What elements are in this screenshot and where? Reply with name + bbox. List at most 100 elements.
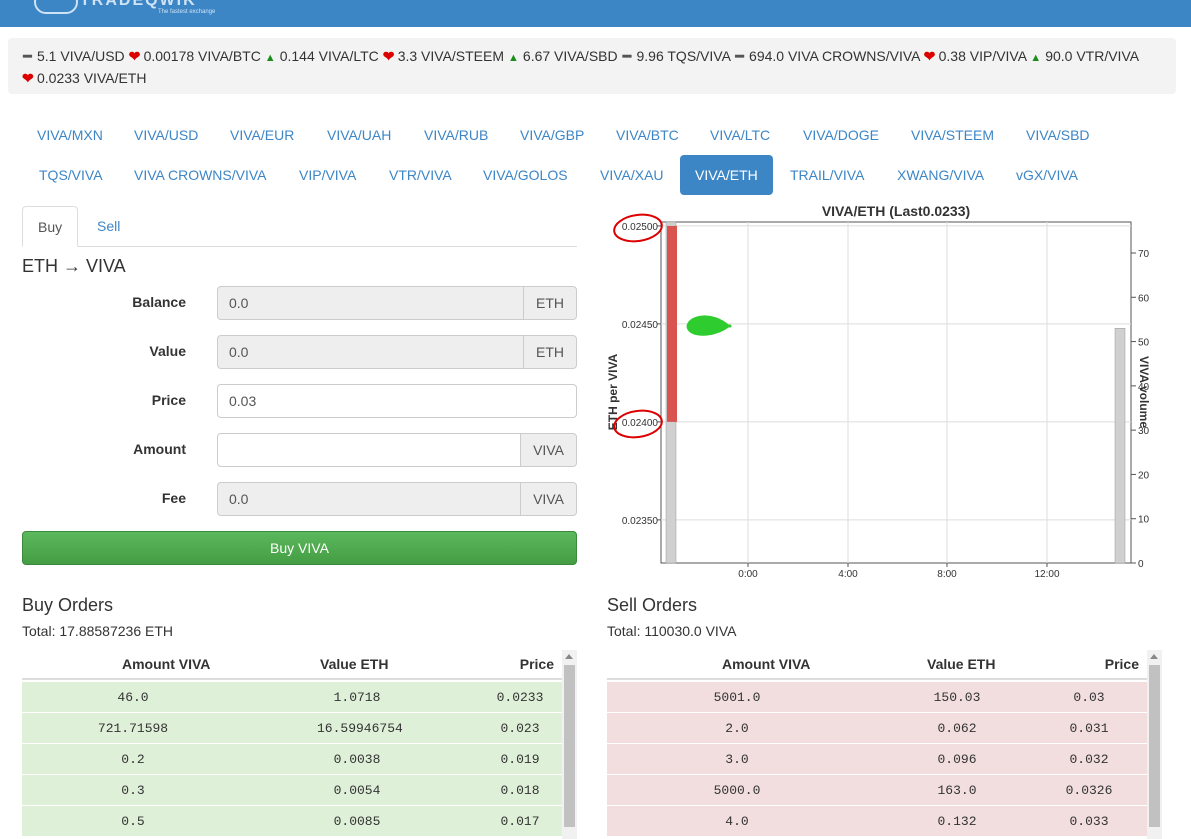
pair-link-viva-xau[interactable]: VIVA/XAU [585, 155, 679, 195]
pair-link-tqs-viva[interactable]: TQS/VIVA [24, 155, 118, 195]
pair-link-viva-steem[interactable]: VIVA/STEEM [896, 115, 1009, 155]
pair-link-trail-viva[interactable]: TRAIL/VIVA [775, 155, 879, 195]
ticker-item: ▲ 6.67 VIVA/SBD [508, 48, 618, 64]
pair-link-viva-eth[interactable]: VIVA/ETH [680, 155, 773, 195]
price-cell: 0.03 [1073, 690, 1105, 705]
chart-plot-area [660, 221, 1132, 564]
sell-orders-title: Sell Orders [607, 595, 698, 615]
price-cell: 0.017 [500, 814, 540, 829]
balance-row: Balance 0.0 ETH [22, 286, 577, 320]
fee-field: 0.0 [217, 482, 521, 516]
heart-down-icon: ❤ [128, 48, 141, 64]
buy-viva-button[interactable]: Buy VIVA [22, 531, 577, 565]
y-tick-label: 0.02400 [622, 418, 659, 429]
price-row: Price 0.03 [22, 384, 577, 418]
table-row[interactable]: 5001.0 150.03 0.03 [607, 681, 1147, 712]
ticker-text: 90.0 VTR/VIVA [1045, 48, 1139, 64]
pair-link-vgx-viva[interactable]: vGX/VIVA [1001, 155, 1093, 195]
pair-link-viva-crowns-viva[interactable]: VIVA CROWNS/VIVA [119, 155, 282, 195]
fee-unit: VIVA [520, 482, 577, 516]
table-row[interactable]: 0.5 0.0085 0.017 [22, 805, 562, 836]
scroll-up-icon[interactable] [1150, 654, 1158, 659]
fee-label: Fee [161, 490, 186, 506]
value-cell: 163.0 [937, 783, 977, 798]
pair-link-viva-sbd[interactable]: VIVA/SBD [1011, 115, 1105, 155]
value-cell: 1.0718 [333, 690, 381, 705]
x-tick-label: 12:00 [1034, 569, 1059, 580]
col-value[interactable]: Value ETH [320, 656, 388, 672]
pair-link-viva-eur[interactable]: VIVA/EUR [215, 115, 309, 155]
amount-input[interactable] [217, 433, 521, 467]
amount-cell: 0.2 [121, 752, 145, 767]
heart-down-icon: ❤ [382, 48, 395, 64]
table-row[interactable]: 4.0 0.132 0.033 [607, 805, 1147, 836]
amount-cell: 0.3 [121, 783, 145, 798]
ticker-item: ❤ 3.3 VIVA/STEEM [383, 48, 504, 64]
pair-link-xwang-viva[interactable]: XWANG/VIVA [882, 155, 999, 195]
price-candle [667, 225, 677, 422]
table-row[interactable]: 5000.0 163.0 0.0326 [607, 774, 1147, 805]
pair-link-vtr-viva[interactable]: VTR/VIVA [374, 155, 467, 195]
ticker-text: 9.96 TQS/VIVA [636, 48, 731, 64]
col-amount[interactable]: Amount VIVA [122, 656, 210, 672]
price-cell: 0.033 [1069, 814, 1109, 829]
col-amount[interactable]: Amount VIVA [722, 656, 810, 672]
pair-link-vip-viva[interactable]: VIP/VIVA [284, 155, 371, 195]
y-tick-label: 0.02450 [622, 320, 659, 331]
table-row[interactable]: 721.71598 16.59946754 0.023 [22, 712, 562, 743]
value-field: 0.0 [217, 335, 524, 369]
tab-sell[interactable]: Sell [82, 206, 135, 247]
amount-unit: VIVA [520, 433, 577, 467]
top-navbar: TRADEQWIK The fastest exchange [0, 0, 1191, 27]
ticker-text: 5.1 VIVA/USD [37, 48, 125, 64]
sell-orders-total: Total: 110030.0 VIVA [607, 623, 737, 639]
pair-link-viva-rub[interactable]: VIVA/RUB [409, 115, 503, 155]
amount-label: Amount [133, 441, 186, 457]
balance-unit: ETH [523, 286, 577, 320]
sell-orders-header: Amount VIVA Value ETH Price [607, 650, 1147, 680]
table-row[interactable]: 46.0 1.0718 0.0233 [22, 681, 562, 712]
price-input[interactable]: 0.03 [217, 384, 577, 418]
ticker-text: 6.67 VIVA/SBD [522, 48, 618, 64]
y2-tick-label: 20 [1138, 470, 1150, 481]
amount-cell: 4.0 [725, 814, 749, 829]
table-row[interactable]: 3.0 0.096 0.032 [607, 743, 1147, 774]
value-cell: 0.0054 [333, 783, 381, 798]
col-price[interactable]: Price [520, 656, 554, 672]
col-value[interactable]: Value ETH [927, 656, 995, 672]
amount-cell: 3.0 [725, 752, 749, 767]
ticker-text: 0.38 VIP/VIVA [938, 48, 1027, 64]
sell-orders-scrollbar[interactable] [1147, 650, 1162, 839]
col-price[interactable]: Price [1105, 656, 1139, 672]
price-cell: 0.0326 [1065, 783, 1113, 798]
tab-buy[interactable]: Buy [22, 206, 79, 247]
table-row[interactable]: 2.0 0.062 0.031 [607, 712, 1147, 743]
brand-logo[interactable]: TRADEQWIK The fastest exchange [34, 0, 224, 16]
pair-link-viva-gbp[interactable]: VIVA/GBP [505, 115, 599, 155]
y2-tick-label: 0 [1138, 559, 1144, 570]
price-cell: 0.018 [500, 783, 540, 798]
pair-link-viva-usd[interactable]: VIVA/USD [119, 115, 213, 155]
pair-link-viva-golos[interactable]: VIVA/GOLOS [468, 155, 583, 195]
ticker-text: 0.0233 VIVA/ETH [37, 70, 147, 86]
ticker-text: 694.0 VIVA CROWNS/VIVA [749, 48, 920, 64]
pair-link-viva-doge[interactable]: VIVA/DOGE [788, 115, 894, 155]
pair-link-viva-uah[interactable]: VIVA/UAH [312, 115, 406, 155]
buy-orders-header: Amount VIVA Value ETH Price [22, 650, 562, 680]
pair-link-viva-btc[interactable]: VIVA/BTC [601, 115, 694, 155]
ticker-item: ❤ 0.0233 VIVA/ETH [22, 70, 146, 86]
ticker-item: ▲ 0.144 VIVA/LTC [265, 48, 379, 64]
buy-orders-scrollbar[interactable] [562, 650, 577, 839]
volume-bar [1114, 328, 1126, 564]
pair-link-viva-mxn[interactable]: VIVA/MXN [22, 115, 118, 155]
y-tick-label: 0.02350 [622, 516, 659, 527]
table-row[interactable]: 0.3 0.0054 0.018 [22, 774, 562, 805]
amount-cell: 2.0 [725, 721, 749, 736]
table-row[interactable]: 0.2 0.0038 0.019 [22, 743, 562, 774]
pair-link-viva-ltc[interactable]: VIVA/LTC [695, 115, 785, 155]
value-cell: 16.59946754 [317, 721, 403, 736]
scroll-thumb[interactable] [564, 665, 575, 827]
amount-cell: 46.0 [117, 690, 149, 705]
scroll-thumb[interactable] [1149, 665, 1160, 827]
scroll-up-icon[interactable] [565, 654, 573, 659]
